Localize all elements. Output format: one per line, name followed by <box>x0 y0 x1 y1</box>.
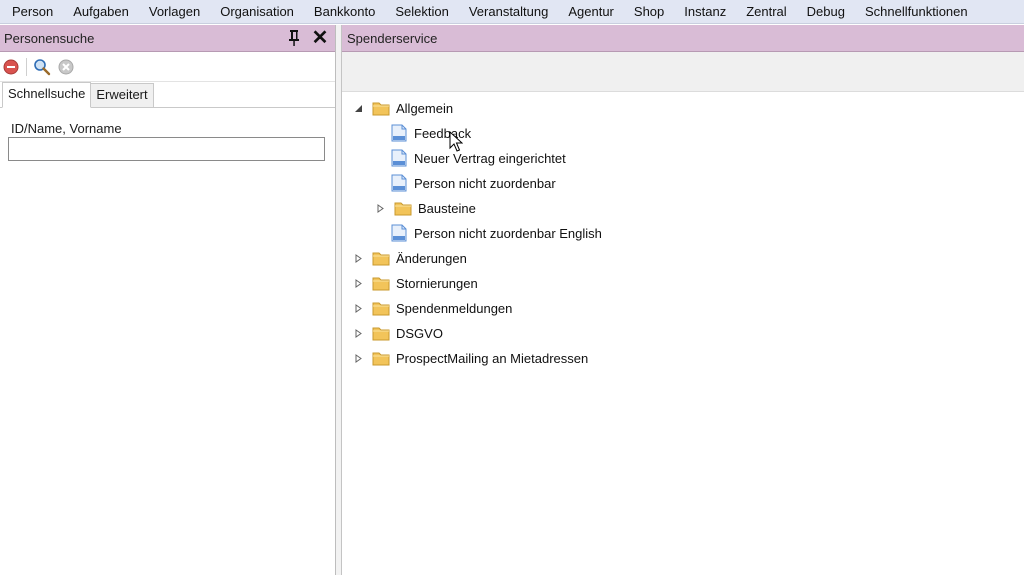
toolbar-separator <box>26 57 27 76</box>
expand-arrow-icon[interactable] <box>352 302 364 314</box>
menu-instanz[interactable]: Instanz <box>674 0 736 24</box>
search-toolbar <box>0 52 335 82</box>
tree-node-label: Stornierungen <box>396 275 478 291</box>
tree-node-aenderungen[interactable]: Änderungen <box>352 247 467 269</box>
menu-person[interactable]: Person <box>0 0 63 24</box>
tree-node-label: Spendenmeldungen <box>396 300 513 316</box>
tree-node-prospectmailing[interactable]: ProspectMailing an Mietadressen <box>352 347 588 369</box>
spenderservice-header: Spenderservice <box>342 25 1024 52</box>
folder-icon <box>372 299 390 317</box>
tab-schnellsuche[interactable]: Schnellsuche <box>2 82 92 108</box>
expand-arrow-icon[interactable] <box>352 252 364 264</box>
tree-node-dsgvo[interactable]: DSGVO <box>352 322 443 344</box>
tree-node-label: Neuer Vertrag eingerichtet <box>414 150 566 166</box>
clear-icon[interactable] <box>57 58 75 76</box>
search-icon[interactable] <box>33 58 51 76</box>
tree-node-neuer-vertrag[interactable]: Neuer Vertrag eingerichtet <box>390 147 566 169</box>
document-icon <box>390 224 408 242</box>
panel-title: Spenderservice <box>347 30 438 46</box>
folder-icon <box>372 99 390 117</box>
menu-debug[interactable]: Debug <box>797 0 855 24</box>
tree-node-person-nicht-zuordenbar[interactable]: Person nicht zuordenbar <box>390 172 556 194</box>
menu-bar: Person Aufgaben Vorlagen Organisation Ba… <box>0 0 1024 24</box>
folder-icon <box>372 274 390 292</box>
folder-icon <box>394 199 412 217</box>
folder-icon <box>372 249 390 267</box>
expand-arrow-icon[interactable] <box>352 277 364 289</box>
menu-agentur[interactable]: Agentur <box>558 0 624 24</box>
tree-node-person-nicht-zuordenbar-english[interactable]: Person nicht zuordenbar English <box>390 222 602 244</box>
id-name-label: ID/Name, Vorname <box>11 121 122 136</box>
expand-arrow-icon[interactable] <box>352 327 364 339</box>
tree-node-label: Bausteine <box>418 200 476 216</box>
search-tabs: Schnellsuche Erweitert <box>0 82 335 108</box>
tree-node-label: Person nicht zuordenbar English <box>414 225 602 241</box>
folder-icon <box>372 324 390 342</box>
tree-node-label: DSGVO <box>396 325 443 341</box>
menu-aufgaben[interactable]: Aufgaben <box>63 0 139 24</box>
person-search-header: Personensuche ✕ <box>0 25 335 52</box>
tab-erweitert[interactable]: Erweitert <box>90 83 154 107</box>
menu-selektion[interactable]: Selektion <box>385 0 458 24</box>
expand-arrow-icon[interactable] <box>352 352 364 364</box>
menu-vorlagen[interactable]: Vorlagen <box>139 0 210 24</box>
spenderservice-panel: Spenderservice Allgemein Feedback Neuer … <box>342 25 1024 575</box>
collapse-arrow-icon[interactable] <box>352 102 364 114</box>
panel-title: Personensuche <box>4 30 95 46</box>
menu-schnellfunktionen[interactable]: Schnellfunktionen <box>855 0 978 24</box>
menu-organisation[interactable]: Organisation <box>210 0 304 24</box>
person-search-panel: Personensuche ✕ Schnellsuche Erweitert I… <box>0 25 336 575</box>
tree-node-label: ProspectMailing an Mietadressen <box>396 350 589 366</box>
spenderservice-toolbar <box>342 52 1024 92</box>
tree-node-stornierungen[interactable]: Stornierungen <box>352 272 478 294</box>
menu-zentral[interactable]: Zentral <box>736 0 796 24</box>
tree-node-label: Person nicht zuordenbar <box>414 175 556 191</box>
close-icon[interactable]: ✕ <box>311 28 329 48</box>
document-icon <box>390 174 408 192</box>
menu-bankkonto[interactable]: Bankkonto <box>304 0 385 24</box>
expand-arrow-icon[interactable] <box>374 202 386 214</box>
id-name-input[interactable] <box>8 137 325 161</box>
document-icon <box>390 149 408 167</box>
tree-node-spendenmeldungen[interactable]: Spendenmeldungen <box>352 297 512 319</box>
cancel-icon[interactable] <box>2 58 20 76</box>
tree-node-label: Feedback <box>414 125 472 141</box>
tree-node-label: Allgemein <box>396 100 454 116</box>
menu-shop[interactable]: Shop <box>624 0 674 24</box>
tree-node-allgemein[interactable]: Allgemein <box>352 97 453 119</box>
tree-node-label: Änderungen <box>396 250 467 266</box>
folder-icon <box>372 349 390 367</box>
pin-icon[interactable] <box>287 29 301 47</box>
tree-node-feedback[interactable]: Feedback <box>390 122 471 144</box>
menu-veranstaltung[interactable]: Veranstaltung <box>459 0 559 24</box>
tree-node-bausteine[interactable]: Bausteine <box>374 197 476 219</box>
document-icon <box>390 124 408 142</box>
